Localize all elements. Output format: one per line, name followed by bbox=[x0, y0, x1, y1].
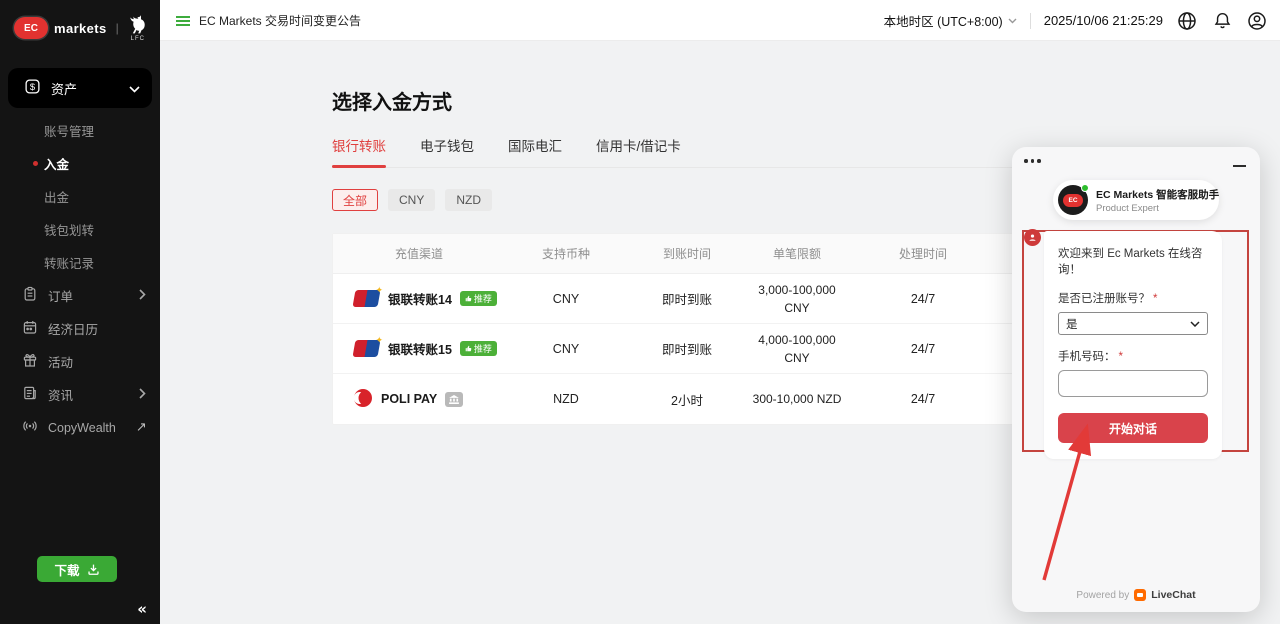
logo-separator: | bbox=[116, 21, 119, 35]
notifications-bell-icon[interactable] bbox=[1211, 10, 1233, 32]
online-status-dot bbox=[1081, 184, 1089, 192]
chat-menu-button[interactable] bbox=[1024, 159, 1041, 163]
brand-name: markets bbox=[54, 21, 107, 36]
download-icon bbox=[87, 563, 100, 576]
filter-all[interactable]: 全部 bbox=[332, 189, 378, 211]
required-asterisk: * bbox=[1119, 351, 1123, 363]
tab-international-wire[interactable]: 国际电汇 bbox=[508, 135, 562, 167]
chat-pre-form: 欢迎来到 Ec Markets 在线咨询！ 是否已注册账号？* 是 手机号码：*… bbox=[1044, 231, 1222, 459]
sidebar-item-deposit[interactable]: 入金 bbox=[0, 147, 160, 180]
orders-icon bbox=[22, 286, 38, 305]
agent-role: Product Expert bbox=[1096, 203, 1219, 214]
gift-icon bbox=[22, 352, 38, 371]
sidebar-item-economic-calendar[interactable]: 经济日历 bbox=[0, 312, 160, 345]
sidebar-group-assets[interactable]: $ 资产 bbox=[8, 68, 152, 108]
ec-logo-icon: EC bbox=[14, 17, 48, 39]
thumbs-up-icon bbox=[465, 345, 472, 352]
phone-label: 手机号码：* bbox=[1058, 348, 1208, 364]
welcome-message: 欢迎来到 Ec Markets 在线咨询！ bbox=[1058, 245, 1208, 277]
sidebar: EC markets | LFC $ 资产 账号管理 入金 bbox=[0, 0, 160, 624]
sidebar-nav: $ 资产 账号管理 入金 出金 钱包划转 转账记录 订单 bbox=[0, 68, 160, 444]
required-asterisk: * bbox=[1153, 293, 1157, 305]
datetime: 2025/10/06 21:25:29 bbox=[1044, 13, 1163, 28]
announcement-banner[interactable]: EC Markets 交易时间变更公告 bbox=[176, 0, 361, 41]
announcement-icon bbox=[176, 15, 191, 27]
sidebar-group-label: 资产 bbox=[51, 79, 77, 98]
account-icon[interactable] bbox=[1246, 10, 1268, 32]
agent-card: EC EC Markets 智能客服助手 Product Expert bbox=[1053, 180, 1219, 220]
topbar: EC Markets 交易时间变更公告 本地时区 (UTC+8:00) 2025… bbox=[160, 0, 1280, 41]
chevron-down-icon bbox=[1190, 321, 1200, 327]
active-dot bbox=[33, 161, 38, 166]
broadcast-icon bbox=[22, 418, 38, 437]
language-globe-icon[interactable] bbox=[1176, 10, 1198, 32]
calendar-icon bbox=[22, 319, 38, 338]
agent-avatar: EC bbox=[1058, 185, 1088, 215]
channel-cell: POLI PAY bbox=[333, 388, 505, 411]
download-button[interactable]: 下载 bbox=[37, 556, 117, 582]
chevron-right-icon bbox=[139, 388, 146, 402]
recommended-badge: 推荐 bbox=[460, 341, 497, 356]
thumbs-up-icon bbox=[465, 295, 472, 302]
unionpay-icon: ✦ bbox=[353, 290, 380, 307]
sidebar-item-withdraw[interactable]: 出金 bbox=[0, 180, 160, 213]
start-chat-button[interactable]: 开始对话 bbox=[1058, 413, 1208, 443]
tab-credit-debit-card[interactable]: 信用卡/借记卡 bbox=[596, 135, 681, 167]
assets-icon: $ bbox=[24, 78, 41, 98]
sidebar-item-transfer-records[interactable]: 转账记录 bbox=[0, 246, 160, 279]
recommended-badge: 推荐 bbox=[460, 291, 497, 306]
sidebar-item-activities[interactable]: 活动 bbox=[0, 345, 160, 378]
timezone-selector[interactable]: 本地时区 (UTC+8:00) bbox=[884, 11, 1017, 30]
registered-question-label: 是否已注册账号？* bbox=[1058, 290, 1208, 306]
brand-logo: EC markets | LFC bbox=[0, 0, 160, 52]
livechat-logo-icon bbox=[1134, 589, 1146, 601]
chevron-down-icon bbox=[129, 81, 140, 96]
polipay-icon bbox=[353, 388, 373, 411]
bank-badge-icon bbox=[445, 392, 463, 407]
svg-text:$: $ bbox=[30, 82, 36, 92]
news-icon bbox=[22, 385, 38, 404]
page-title: 选择入金方式 bbox=[332, 42, 1280, 115]
sidebar-item-orders[interactable]: 订单 bbox=[0, 279, 160, 312]
topbar-right: 本地时区 (UTC+8:00) 2025/10/06 21:25:29 bbox=[884, 0, 1268, 41]
lfc-bird-icon: LFC bbox=[128, 14, 148, 42]
sidebar-item-news[interactable]: 资讯 bbox=[0, 378, 160, 411]
sidebar-collapse-button[interactable]: « bbox=[137, 600, 147, 618]
filter-cny[interactable]: CNY bbox=[388, 189, 435, 211]
channel-cell: ✦ 银联转账14 推荐 bbox=[333, 289, 505, 308]
assets-submenu: 账号管理 入金 出金 钱包划转 转账记录 bbox=[0, 114, 160, 279]
chevron-down-icon bbox=[1008, 18, 1017, 24]
phone-input[interactable] bbox=[1058, 370, 1208, 397]
divider bbox=[1030, 13, 1031, 29]
channel-cell: ✦ 银联转账15 推荐 bbox=[333, 339, 505, 358]
bot-message-avatar bbox=[1024, 229, 1041, 246]
chat-minimize-button[interactable] bbox=[1233, 165, 1246, 167]
livechat-widget: EC EC Markets 智能客服助手 Product Expert 欢迎来到… bbox=[1012, 147, 1260, 612]
agent-name: EC Markets 智能客服助手 bbox=[1096, 187, 1219, 202]
registered-select[interactable]: 是 bbox=[1058, 312, 1208, 335]
external-link-icon: ↗ bbox=[136, 420, 147, 435]
unionpay-icon: ✦ bbox=[353, 340, 380, 357]
page: EC markets | LFC $ 资产 账号管理 入金 bbox=[0, 0, 1280, 624]
tab-ewallet[interactable]: 电子钱包 bbox=[420, 135, 474, 167]
chevron-right-icon bbox=[139, 289, 146, 303]
sidebar-item-wallet-transfer[interactable]: 钱包划转 bbox=[0, 213, 160, 246]
filter-nzd[interactable]: NZD bbox=[445, 189, 492, 211]
sidebar-item-account-management[interactable]: 账号管理 bbox=[0, 114, 160, 147]
livechat-brand[interactable]: LiveChat bbox=[1151, 589, 1195, 601]
announcement-text: EC Markets 交易时间变更公告 bbox=[199, 12, 361, 29]
chat-footer: Powered by LiveChat bbox=[1012, 589, 1260, 601]
tab-bank-transfer[interactable]: 银行转账 bbox=[332, 135, 386, 167]
sidebar-item-copywealth[interactable]: CopyWealth ↗ bbox=[0, 411, 160, 444]
powered-by-text: Powered by bbox=[1076, 590, 1129, 601]
